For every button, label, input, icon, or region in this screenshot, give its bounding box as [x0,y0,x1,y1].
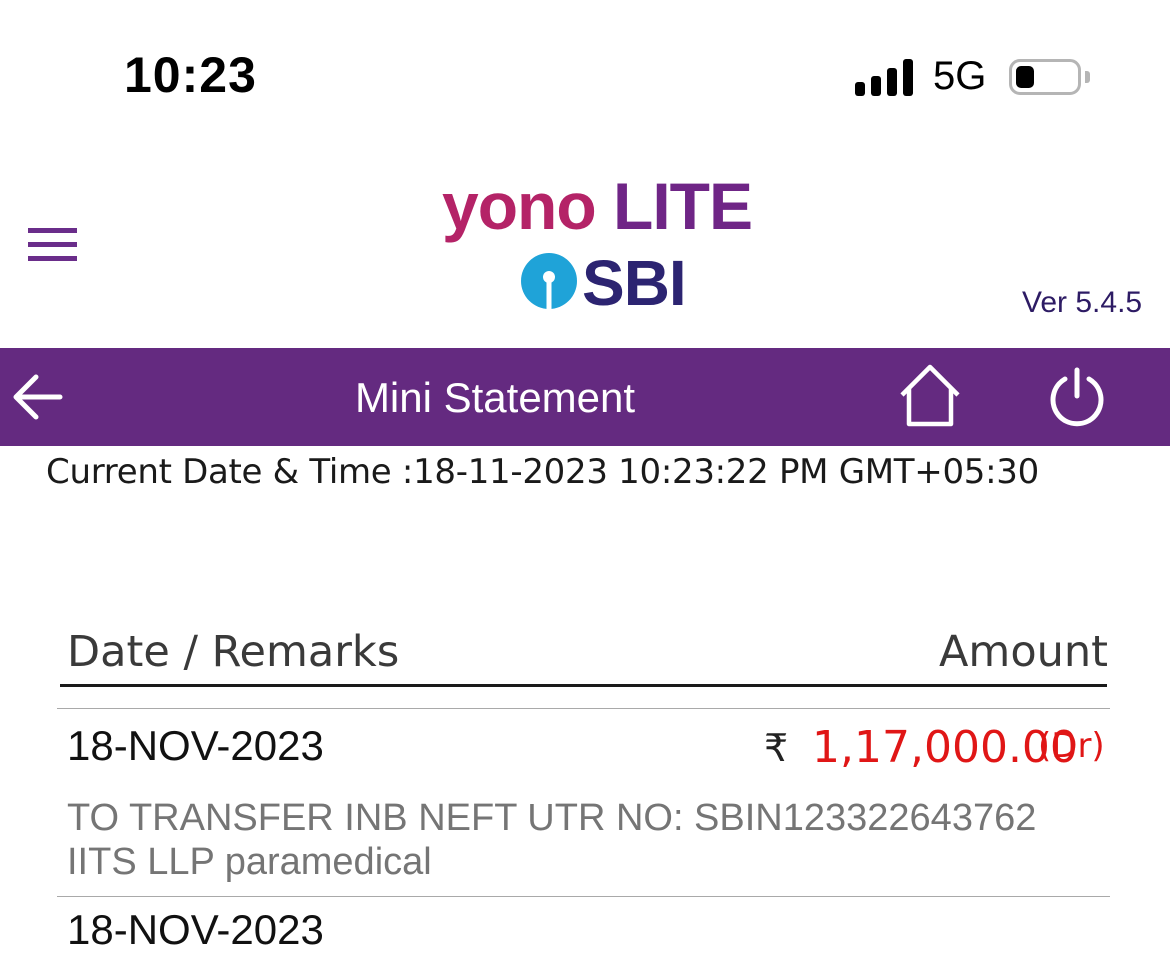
power-logout-icon[interactable] [1046,366,1108,428]
logo-yono-text: yono [442,169,597,243]
transaction-remarks: TO TRANSFER INB NEFT UTR NO: SBIN1233226… [67,796,1107,884]
remarks-line-2: IITS LLP paramedical [67,841,432,883]
battery-icon [1009,59,1081,95]
column-header-amount: Amount [939,627,1108,677]
row-divider [57,708,1110,709]
sbi-logo-icon [521,253,577,310]
debit-credit-indicator: (Dr) [1038,726,1105,766]
cellular-signal-icon [855,58,915,96]
hamburger-menu-icon[interactable] [28,228,78,262]
sbi-logo-text: SBI [582,247,687,319]
battery-tip [1085,71,1090,83]
current-datetime: Current Date & Time :18-11-2023 10:23:22… [46,452,1039,492]
logo-lite-text: LITE [613,169,753,243]
yono-lite-logo: yono LITE [442,168,753,244]
rupee-icon: ₹ [764,726,789,770]
app-version: Ver 5.4.5 [1022,286,1143,319]
row-divider [57,896,1110,897]
remarks-line-1: TO TRANSFER INB NEFT UTR NO: SBIN1233226… [67,797,1037,839]
transaction-date: 18-NOV-2023 [67,906,324,953]
header-divider [60,684,1107,687]
network-type: 5G [933,54,987,98]
transaction-date: 18-NOV-2023 [67,722,324,769]
column-header-date-remarks: Date / Remarks [67,627,400,677]
page-title: Mini Statement [354,374,636,421]
status-time: 10:23 [124,47,257,103]
home-icon[interactable] [897,362,963,428]
battery-level [1016,66,1034,88]
